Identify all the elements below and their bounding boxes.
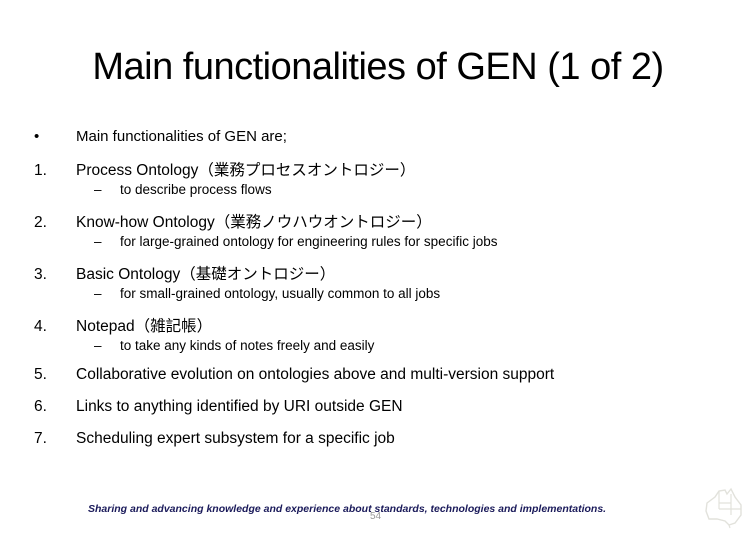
dash-marker: – — [94, 182, 102, 197]
slide-title: Main functionalities of GEN (1 of 2) — [92, 46, 664, 88]
list-item: 2. Know-how Ontology（業務ノウハウオントロジー） — [34, 210, 432, 232]
item-text: Collaborative evolution on ontologies ab… — [76, 366, 555, 383]
dash-marker: – — [94, 338, 102, 353]
item-number: 7. — [34, 430, 47, 447]
list-item: 7. Scheduling expert subsystem for a spec… — [34, 430, 395, 448]
sub-item: – to take any kinds of notes freely and e… — [94, 338, 374, 353]
item-number: 5. — [34, 366, 47, 383]
list-item: 5. Collaborative evolution on ontologies … — [34, 366, 554, 384]
sub-item: – to describe process flows — [94, 182, 272, 197]
list-item: 3. Basic Ontology（基礎オントロジー） — [34, 262, 335, 284]
item-number: 4. — [34, 318, 47, 335]
item-text: Know-how Ontology（業務ノウハウオントロジー） — [76, 214, 432, 231]
sub-text: to describe process flows — [120, 182, 272, 197]
item-text: Notepad（雑記帳） — [76, 318, 213, 335]
item-number: 6. — [34, 398, 47, 415]
item-text: Scheduling expert subsystem for a specif… — [76, 430, 395, 447]
item-number: 2. — [34, 214, 47, 231]
footer-tagline: Sharing and advancing knowledge and expe… — [88, 503, 607, 515]
list-item: 4. Notepad（雑記帳） — [34, 314, 212, 336]
australia-map-icon — [705, 487, 742, 529]
item-text: Process Ontology（業務プロセスオントロジー） — [76, 162, 416, 179]
dash-marker: – — [94, 234, 102, 249]
sub-item: – for large-grained ontology for engineer… — [94, 234, 497, 249]
bullet-marker: • — [34, 128, 40, 145]
item-number: 1. — [34, 162, 47, 179]
page-number: 54 — [370, 511, 382, 522]
dash-marker: – — [94, 286, 102, 301]
item-text: Links to anything identified by URI outs… — [76, 398, 403, 415]
item-text: Basic Ontology（基礎オントロジー） — [76, 266, 336, 283]
sub-text: for small-grained ontology, usually comm… — [120, 286, 441, 301]
sub-text: for large-grained ontology for engineeri… — [120, 234, 498, 249]
sub-text: to take any kinds of notes freely and ea… — [120, 338, 375, 353]
item-number: 3. — [34, 266, 47, 283]
sub-item: – for small-grained ontology, usually com… — [94, 286, 440, 301]
list-item: 6. Links to anything identified by URI ou… — [34, 398, 403, 416]
intro-bullet: • Main functionalities of GEN are; — [34, 128, 287, 145]
intro-text: Main functionalities of GEN are; — [76, 128, 287, 145]
list-item: 1. Process Ontology（業務プロセスオントロジー） — [34, 158, 415, 180]
